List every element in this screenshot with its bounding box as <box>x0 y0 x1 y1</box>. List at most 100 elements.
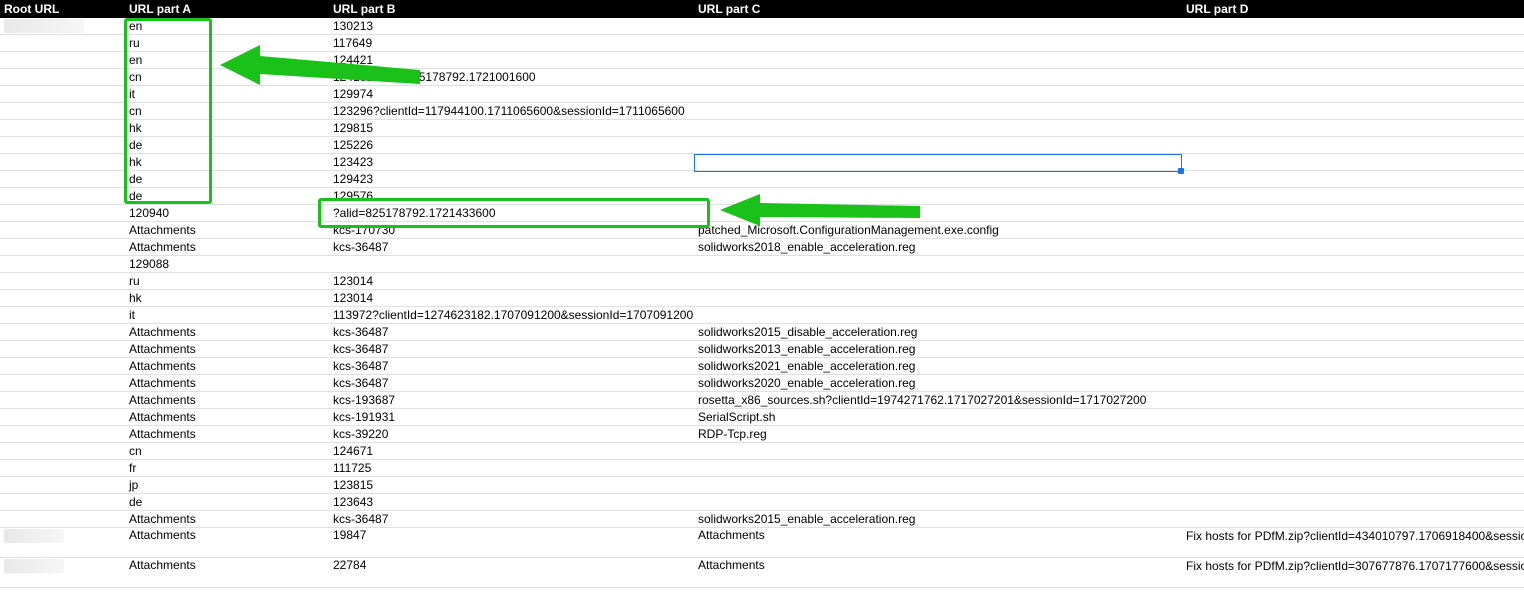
cell-root-url[interactable] <box>0 256 125 272</box>
cell-root-url[interactable] <box>0 460 125 476</box>
cell-url-part-c[interactable] <box>694 477 1182 493</box>
table-row[interactable]: ru123014 <box>0 273 1524 290</box>
cell-url-part-d[interactable]: Fix hosts for PDfM.zip?clientId=30767787… <box>1182 558 1524 587</box>
cell-url-part-b[interactable]: 129815 <box>329 120 694 136</box>
cell-url-part-c[interactable] <box>694 307 1182 323</box>
cell-url-part-c[interactable] <box>694 137 1182 153</box>
cell-url-part-b[interactable]: kcs-36487 <box>329 358 694 374</box>
cell-url-part-b[interactable]: kcs-39220 <box>329 426 694 442</box>
cell-url-part-c[interactable] <box>694 86 1182 102</box>
table-row[interactable]: Attachmentskcs-36487solidworks2015_disab… <box>0 324 1524 341</box>
cell-root-url[interactable] <box>0 307 125 323</box>
cell-url-part-c[interactable] <box>694 103 1182 119</box>
table-row[interactable]: hk129815 <box>0 120 1524 137</box>
cell-url-part-c[interactable]: solidworks2015_enable_acceleration.reg <box>694 511 1182 527</box>
cell-url-part-c[interactable]: Attachments <box>694 558 1182 587</box>
table-row[interactable]: it129974 <box>0 86 1524 103</box>
table-row[interactable]: Attachments19847AttachmentsFix hosts for… <box>0 528 1524 558</box>
table-row[interactable]: de129423 <box>0 171 1524 188</box>
cell-root-url[interactable] <box>0 35 125 51</box>
table-row[interactable]: cn123296?clientId=117944100.1711065600&s… <box>0 103 1524 120</box>
cell-url-part-d[interactable] <box>1182 358 1524 374</box>
cell-url-part-d[interactable] <box>1182 273 1524 289</box>
cell-url-part-a[interactable]: it <box>125 86 329 102</box>
cell-url-part-d[interactable] <box>1182 188 1524 204</box>
cell-url-part-a[interactable]: it <box>125 307 329 323</box>
cell-url-part-b[interactable]: 19847 <box>329 528 694 557</box>
cell-url-part-b[interactable]: 124131?alid=825178792.1721001600 <box>329 69 694 85</box>
cell-root-url[interactable] <box>0 558 125 587</box>
table-row[interactable]: Attachments22784AttachmentsFix hosts for… <box>0 558 1524 588</box>
cell-url-part-b[interactable]: 123014 <box>329 273 694 289</box>
cell-url-part-d[interactable] <box>1182 494 1524 510</box>
cell-url-part-c[interactable] <box>694 35 1182 51</box>
table-row[interactable]: Attachmentskcs-39220RDP-Tcp.reg <box>0 426 1524 443</box>
cell-url-part-c[interactable] <box>694 69 1182 85</box>
cell-url-part-b[interactable]: kcs-170730 <box>329 222 694 238</box>
cell-url-part-b[interactable]: kcs-36487 <box>329 375 694 391</box>
cell-url-part-b[interactable]: kcs-36487 <box>329 324 694 340</box>
cell-url-part-d[interactable] <box>1182 137 1524 153</box>
cell-url-part-d[interactable] <box>1182 222 1524 238</box>
cell-url-part-b[interactable]: 117649 <box>329 35 694 51</box>
cell-root-url[interactable] <box>0 511 125 527</box>
cell-url-part-d[interactable] <box>1182 460 1524 476</box>
cell-root-url[interactable] <box>0 392 125 408</box>
cell-url-part-c[interactable] <box>694 290 1182 306</box>
table-row[interactable]: 129088 <box>0 256 1524 273</box>
table-row[interactable]: hk123423 <box>0 154 1524 171</box>
cell-root-url[interactable] <box>0 477 125 493</box>
cell-url-part-b[interactable]: 123423 <box>329 154 694 170</box>
table-row[interactable]: cn124131?alid=825178792.1721001600 <box>0 69 1524 86</box>
cell-url-part-a[interactable]: Attachments <box>125 409 329 425</box>
cell-url-part-d[interactable] <box>1182 341 1524 357</box>
cell-url-part-c[interactable] <box>694 120 1182 136</box>
cell-url-part-d[interactable] <box>1182 392 1524 408</box>
cell-root-url[interactable] <box>0 171 125 187</box>
cell-url-part-c[interactable]: rosetta_x86_sources.sh?clientId=19742717… <box>694 392 1182 408</box>
cell-url-part-a[interactable]: hk <box>125 154 329 170</box>
cell-root-url[interactable] <box>0 290 125 306</box>
cell-root-url[interactable] <box>0 409 125 425</box>
cell-url-part-b[interactable]: 113972?clientId=1274623182.1707091200&se… <box>329 307 694 323</box>
cell-url-part-a[interactable]: de <box>125 494 329 510</box>
cell-url-part-b[interactable]: 129423 <box>329 171 694 187</box>
cell-url-part-a[interactable]: 129088 <box>125 256 329 272</box>
cell-url-part-c[interactable]: solidworks2015_disable_acceleration.reg <box>694 324 1182 340</box>
cell-url-part-b[interactable]: 129576 <box>329 188 694 204</box>
cell-url-part-c[interactable] <box>694 443 1182 459</box>
cell-url-part-d[interactable] <box>1182 205 1524 221</box>
cell-url-part-a[interactable]: jp <box>125 477 329 493</box>
cell-url-part-a[interactable]: fr <box>125 460 329 476</box>
cell-url-part-c[interactable] <box>694 460 1182 476</box>
cell-url-part-a[interactable]: cn <box>125 103 329 119</box>
cell-url-part-a[interactable]: hk <box>125 120 329 136</box>
table-row[interactable]: cn124671 <box>0 443 1524 460</box>
cell-url-part-a[interactable]: ru <box>125 35 329 51</box>
cell-url-part-c[interactable]: solidworks2021_enable_acceleration.reg <box>694 358 1182 374</box>
cell-root-url[interactable] <box>0 52 125 68</box>
cell-url-part-a[interactable]: Attachments <box>125 426 329 442</box>
cell-url-part-b[interactable]: 123014 <box>329 290 694 306</box>
table-row[interactable]: en124421 <box>0 52 1524 69</box>
cell-root-url[interactable] <box>0 443 125 459</box>
cell-url-part-a[interactable]: Attachments <box>125 222 329 238</box>
cell-url-part-b[interactable]: 111725 <box>329 460 694 476</box>
table-row[interactable]: Attachmentskcs-36487solidworks2018_enabl… <box>0 239 1524 256</box>
cell-url-part-c[interactable] <box>694 273 1182 289</box>
cell-root-url[interactable] <box>0 69 125 85</box>
cell-root-url[interactable] <box>0 239 125 255</box>
cell-url-part-a[interactable]: cn <box>125 69 329 85</box>
cell-root-url[interactable] <box>0 426 125 442</box>
cell-root-url[interactable] <box>0 103 125 119</box>
cell-url-part-d[interactable] <box>1182 69 1524 85</box>
cell-url-part-c[interactable] <box>694 205 1182 221</box>
cell-url-part-a[interactable]: ru <box>125 273 329 289</box>
cell-root-url[interactable] <box>0 494 125 510</box>
cell-url-part-b[interactable]: 123643 <box>329 494 694 510</box>
cell-url-part-c[interactable] <box>694 188 1182 204</box>
table-row[interactable]: Attachmentskcs-36487solidworks2013_enabl… <box>0 341 1524 358</box>
table-row[interactable]: it113972?clientId=1274623182.1707091200&… <box>0 307 1524 324</box>
cell-url-part-a[interactable]: Attachments <box>125 511 329 527</box>
cell-url-part-b[interactable]: kcs-36487 <box>329 239 694 255</box>
